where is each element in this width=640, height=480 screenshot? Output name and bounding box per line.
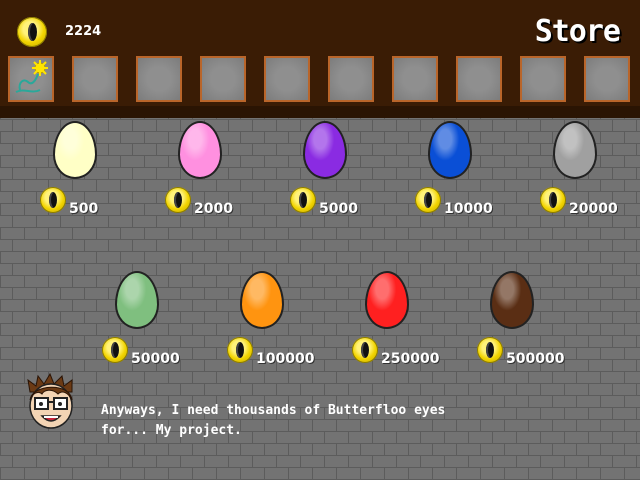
egg-price-4: 10000 — [444, 201, 493, 217]
coin-icon — [17, 17, 47, 47]
egg-price-2: 2000 — [194, 201, 233, 217]
coin-icon — [40, 187, 66, 213]
egg-price-3: 5000 — [319, 201, 358, 217]
inventory-slot-7[interactable] — [392, 56, 438, 102]
egg-item-9[interactable] — [490, 271, 534, 329]
egg-item-8[interactable] — [365, 271, 409, 329]
egg-price-1: 500 — [69, 201, 99, 217]
coin-icon — [540, 187, 566, 213]
egg-price-6: 50000 — [131, 351, 180, 367]
egg-item-7[interactable] — [240, 271, 284, 329]
coin-icon — [227, 337, 253, 363]
egg-price-7: 100000 — [256, 351, 315, 367]
egg-price-9: 500000 — [506, 351, 565, 367]
dialog-line-1: Anyways, I need thousands of Butterfloo … — [101, 403, 446, 418]
inventory-slot-1[interactable] — [8, 56, 54, 102]
money-counter: 2224 — [65, 24, 102, 39]
egg-item-3[interactable] — [303, 121, 347, 179]
inventory-slot-10[interactable] — [584, 56, 630, 102]
coin-icon — [290, 187, 316, 213]
inventory-slot-8[interactable] — [456, 56, 502, 102]
top-bar-edge — [0, 106, 640, 118]
coin-icon — [165, 187, 191, 213]
inventory-slot-9[interactable] — [520, 56, 566, 102]
inventory-slot-5[interactable] — [264, 56, 310, 102]
egg-price-5: 20000 — [569, 201, 618, 217]
coin-icon — [352, 337, 378, 363]
inventory-slot-3[interactable] — [136, 56, 182, 102]
inventory-slot-6[interactable] — [328, 56, 374, 102]
egg-item-4[interactable] — [428, 121, 472, 179]
inventory-slot-4[interactable] — [200, 56, 246, 102]
shopkeeper-dialog: Anyways, I need thousands of Butterfloo … — [101, 401, 445, 441]
store-title: Store — [534, 14, 621, 49]
coin-icon — [415, 187, 441, 213]
butterfly-flower-icon — [15, 60, 48, 93]
egg-item-2[interactable] — [178, 121, 222, 179]
egg-item-1[interactable] — [53, 121, 97, 179]
coin-icon — [102, 337, 128, 363]
egg-price-8: 250000 — [381, 351, 440, 367]
egg-item-6[interactable] — [115, 271, 159, 329]
coin-icon — [477, 337, 503, 363]
inventory-slot-2[interactable] — [72, 56, 118, 102]
shopkeeper-portrait — [27, 372, 73, 429]
egg-item-5[interactable] — [553, 121, 597, 179]
dialog-line-2: for... My project. — [101, 423, 242, 438]
